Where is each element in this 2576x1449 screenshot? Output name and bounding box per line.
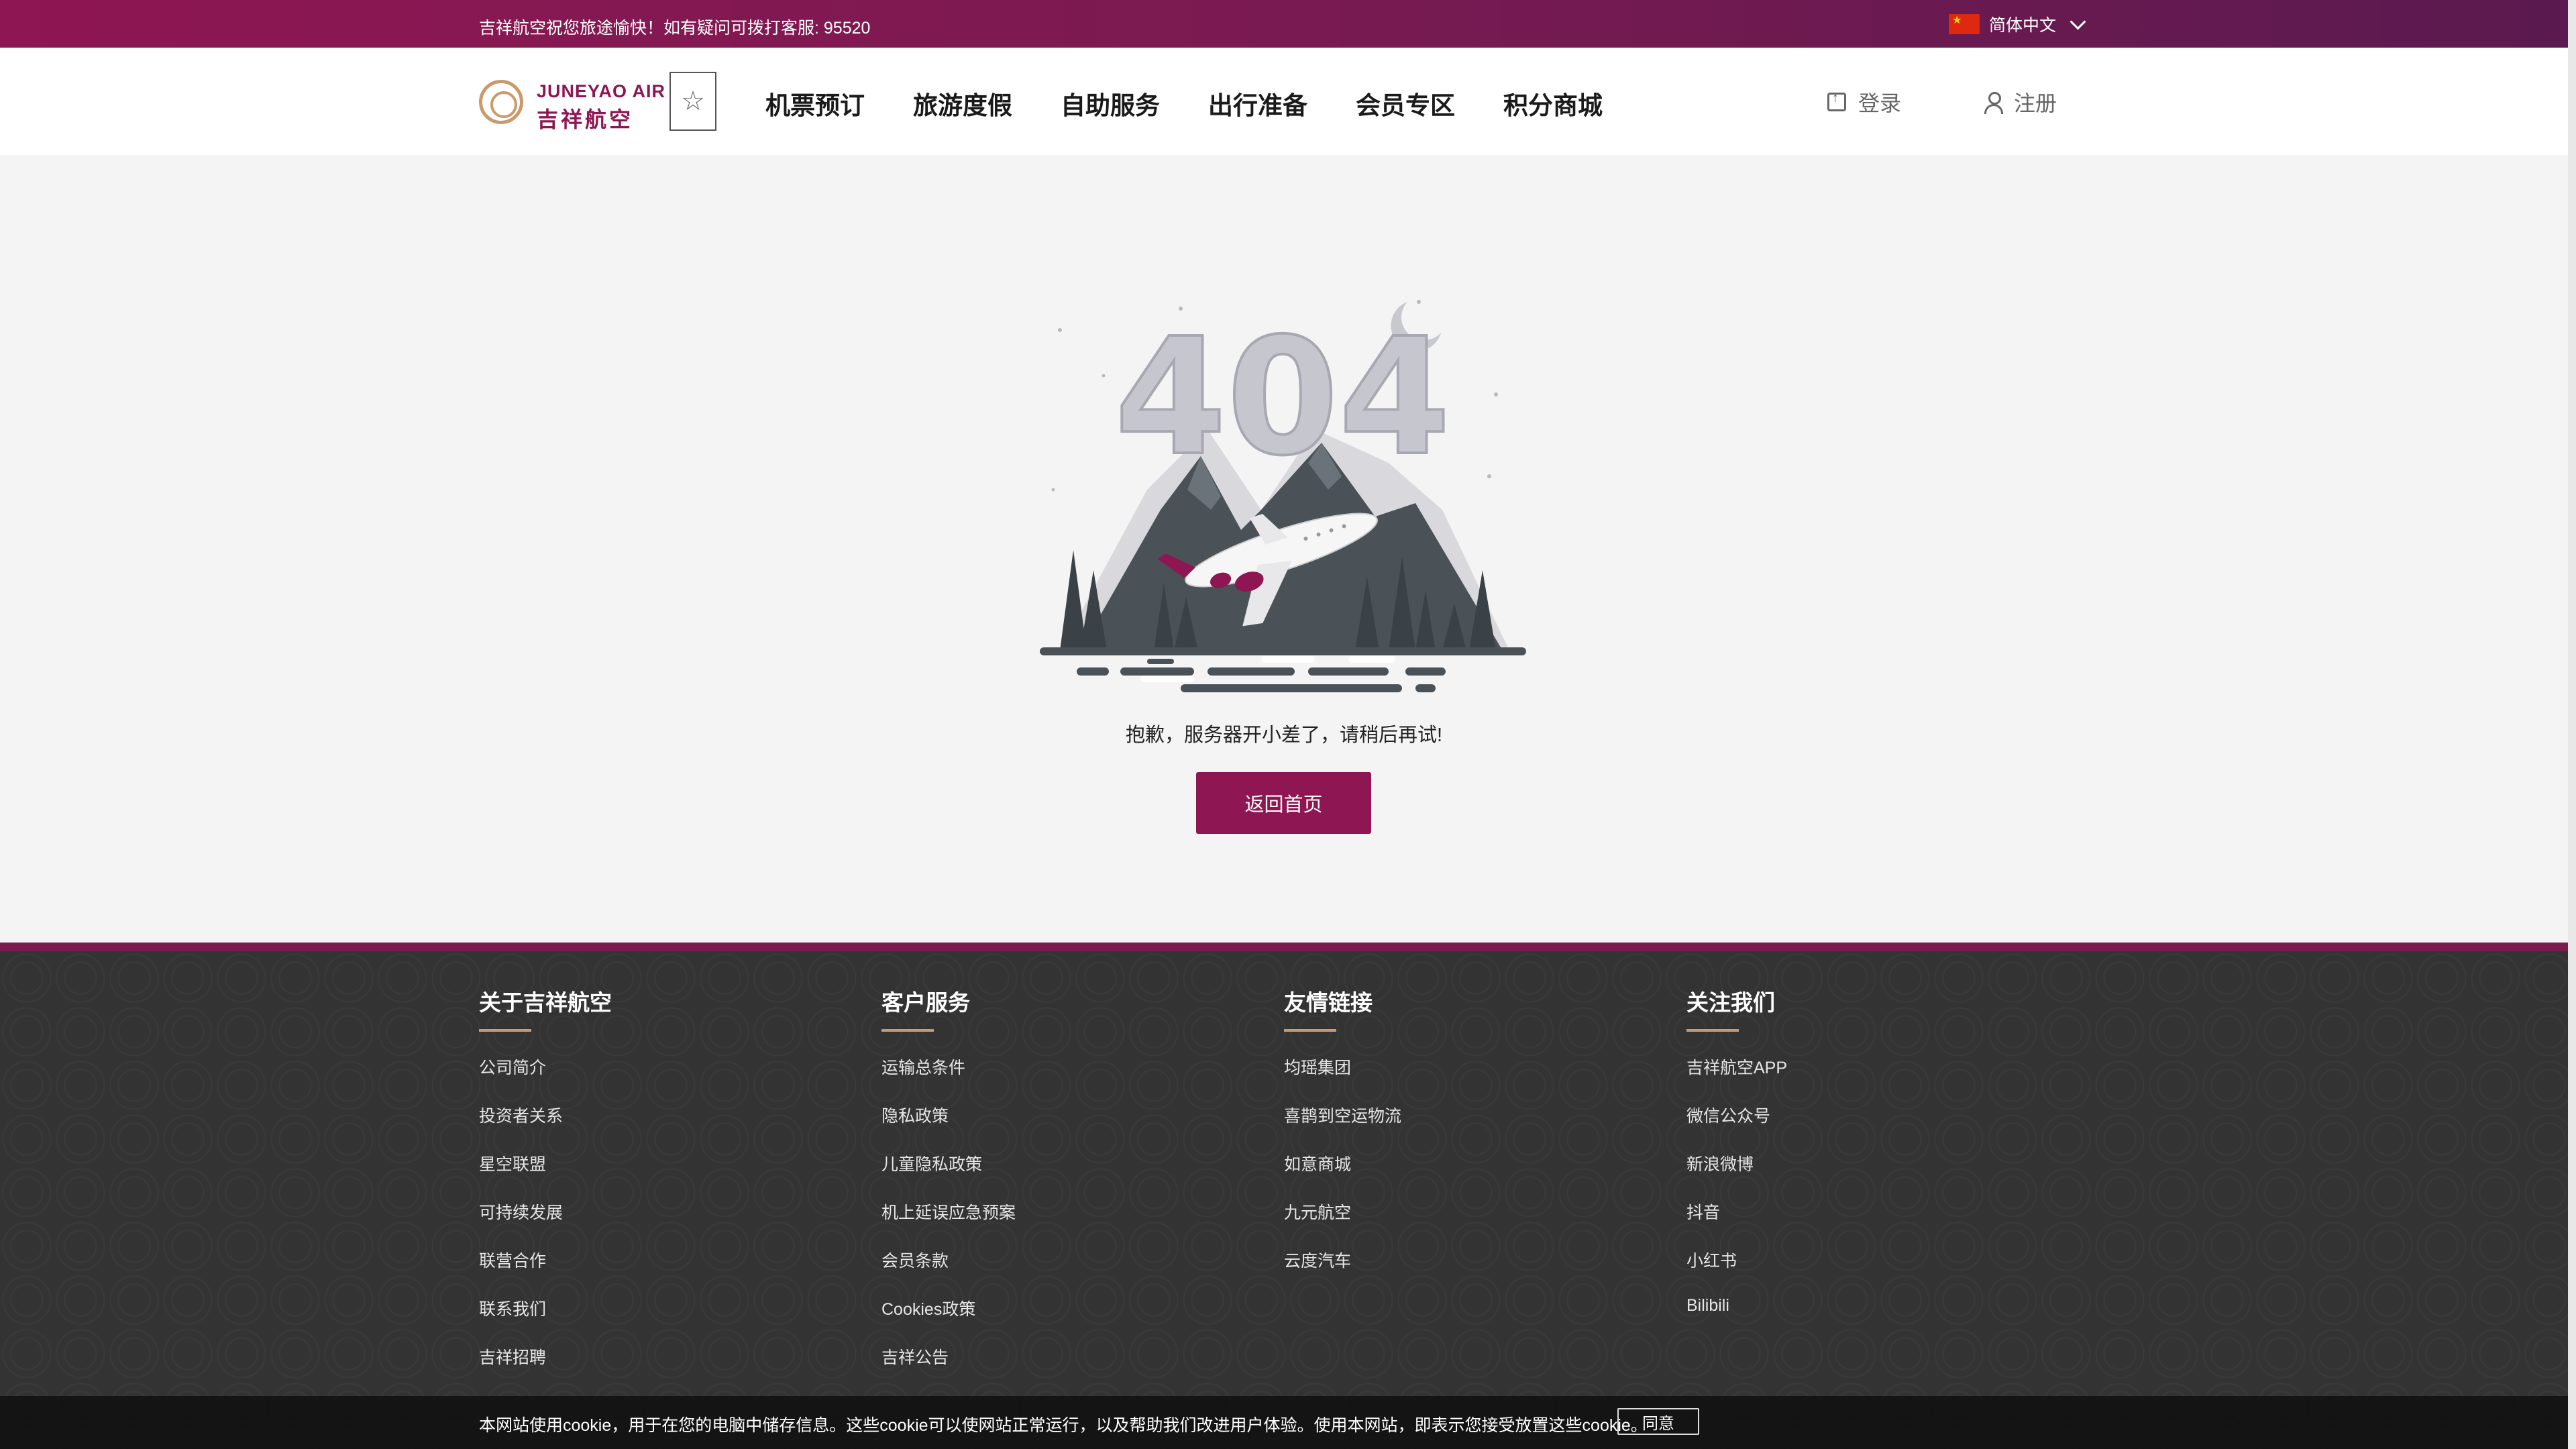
footer-link[interactable]: 九元航空 xyxy=(1284,1199,1401,1248)
footer-link[interactable]: 喜鹊到空运物流 xyxy=(1284,1103,1401,1151)
error-404-illustration: 404 xyxy=(1040,300,1526,692)
footer-link[interactable]: 吉祥公告 xyxy=(881,1344,1016,1393)
register-link[interactable]: 注册 xyxy=(1984,87,2057,117)
nav-travel-vacation[interactable]: 旅游度假 xyxy=(913,85,1012,121)
page-scrollbar[interactable] xyxy=(2568,0,2576,1449)
footer-column-follow: 关注我们 吉祥航空APP 微信公众号 新浪微博 抖音 小红书 Bilibili xyxy=(1686,985,1787,1344)
logo-english: JUNEYAO AIR xyxy=(537,81,666,101)
site-footer: 关于吉祥航空 公司简介 投资者关系 星空联盟 可持续发展 联营合作 联系我们 吉… xyxy=(0,951,2568,1449)
user-icon xyxy=(1984,92,2003,114)
service-greeting: 吉祥航空祝您旅途愉快！如有疑问可拨打客服: 95520 xyxy=(479,19,871,38)
footer-link[interactable]: 如意商城 xyxy=(1284,1151,1401,1199)
footer-link[interactable]: 微信公众号 xyxy=(1686,1103,1787,1151)
footer-link[interactable]: 联营合作 xyxy=(479,1248,612,1296)
footer-column-service: 客户服务 运输总条件 隐私政策 儿童隐私政策 机上延误应急预案 会员条款 Coo… xyxy=(881,985,1016,1393)
footer-link[interactable]: 吉祥招聘 xyxy=(479,1344,612,1393)
error-code: 404 xyxy=(1115,303,1451,491)
login-icon xyxy=(1827,91,1846,111)
login-link[interactable]: 登录 xyxy=(1827,87,1901,117)
title-underline xyxy=(1284,1029,1336,1032)
logo-chinese: 吉祥航空 xyxy=(537,107,634,131)
juneyao-logo[interactable]: JUNEYAO AIR 吉祥航空 xyxy=(479,74,665,131)
footer-link[interactable]: 云度汽车 xyxy=(1284,1248,1401,1296)
footer-column-about: 关于吉祥航空 公司简介 投资者关系 星空联盟 可持续发展 联营合作 联系我们 吉… xyxy=(479,985,612,1393)
cookie-notice-text: 本网站使用cookie，用于在您的电脑中储存信息。这些cookie可以使网站正常… xyxy=(479,1416,1648,1435)
footer-link[interactable]: 可持续发展 xyxy=(479,1199,612,1248)
error-message: 抱歉，服务器开小差了，请稍后再试! xyxy=(1125,724,1443,746)
footer-column-title: 客户服务 xyxy=(881,990,970,1015)
nav-flight-booking[interactable]: 机票预订 xyxy=(765,85,865,121)
footer-link[interactable]: 运输总条件 xyxy=(881,1055,1016,1103)
footer-link[interactable]: 联系我们 xyxy=(479,1296,612,1344)
cookie-agree-button[interactable]: 同意 xyxy=(1617,1408,1699,1435)
footer-link[interactable]: 隐私政策 xyxy=(881,1103,1016,1151)
footer-link[interactable]: 机上延误应急预案 xyxy=(881,1199,1016,1248)
footer-column-links: 友情链接 均瑶集团 喜鹊到空运物流 如意商城 九元航空 云度汽车 xyxy=(1284,985,1401,1296)
nav-travel-prep[interactable]: 出行准备 xyxy=(1208,85,1307,121)
footer-link[interactable]: 儿童隐私政策 xyxy=(881,1151,1016,1199)
juneyao-emblem-icon xyxy=(479,80,523,124)
footer-accent-line xyxy=(0,943,2568,951)
chevron-down-icon xyxy=(2070,13,2086,30)
site-header: JUNEYAO AIR 吉祥航空 ☆ 机票预订 旅游度假 自助服务 出行准备 会… xyxy=(0,48,2568,155)
footer-link[interactable]: 会员条款 xyxy=(881,1248,1016,1296)
footer-link[interactable]: 公司简介 xyxy=(479,1055,612,1103)
language-selector[interactable]: 简体中文 xyxy=(1949,12,2086,36)
footer-column-title: 关于吉祥航空 xyxy=(479,990,612,1015)
footer-link[interactable]: 新浪微博 xyxy=(1686,1151,1787,1199)
nav-self-service[interactable]: 自助服务 xyxy=(1061,85,1160,121)
language-label: 简体中文 xyxy=(1989,16,2057,35)
title-underline xyxy=(881,1029,934,1032)
register-label: 注册 xyxy=(2014,91,2057,115)
footer-link[interactable]: 小红书 xyxy=(1686,1248,1787,1296)
top-info-bar: 吉祥航空祝您旅途愉快！如有疑问可拨打客服: 95520 简体中文 xyxy=(0,0,2568,48)
nav-points-mall[interactable]: 积分商城 xyxy=(1503,85,1603,121)
footer-link[interactable]: Cookies政策 xyxy=(881,1296,1016,1344)
nav-member-zone[interactable]: 会员专区 xyxy=(1356,85,1455,121)
cookie-consent-bar: 本网站使用cookie，用于在您的电脑中储存信息。这些cookie可以使网站正常… xyxy=(0,1396,2568,1449)
footer-link[interactable]: 吉祥航空APP xyxy=(1686,1055,1787,1103)
login-label: 登录 xyxy=(1858,91,1902,115)
footer-column-title: 友情链接 xyxy=(1284,990,1373,1015)
footer-link[interactable]: 均瑶集团 xyxy=(1284,1055,1401,1103)
return-home-button[interactable]: 返回首页 xyxy=(1196,772,1371,834)
footer-link[interactable]: 投资者关系 xyxy=(479,1103,612,1151)
footer-column-title: 关注我们 xyxy=(1686,990,1775,1015)
main-nav: 机票预订 旅游度假 自助服务 出行准备 会员专区 积分商城 xyxy=(765,85,1603,121)
footer-link[interactable]: Bilibili xyxy=(1686,1296,1787,1344)
title-underline xyxy=(1686,1029,1739,1032)
footer-link[interactable]: 抖音 xyxy=(1686,1199,1787,1248)
title-underline xyxy=(479,1029,531,1032)
star-alliance-badge-icon: ☆ xyxy=(669,72,716,131)
footer-link[interactable]: 星空联盟 xyxy=(479,1151,612,1199)
china-flag-icon xyxy=(1949,13,1980,34)
